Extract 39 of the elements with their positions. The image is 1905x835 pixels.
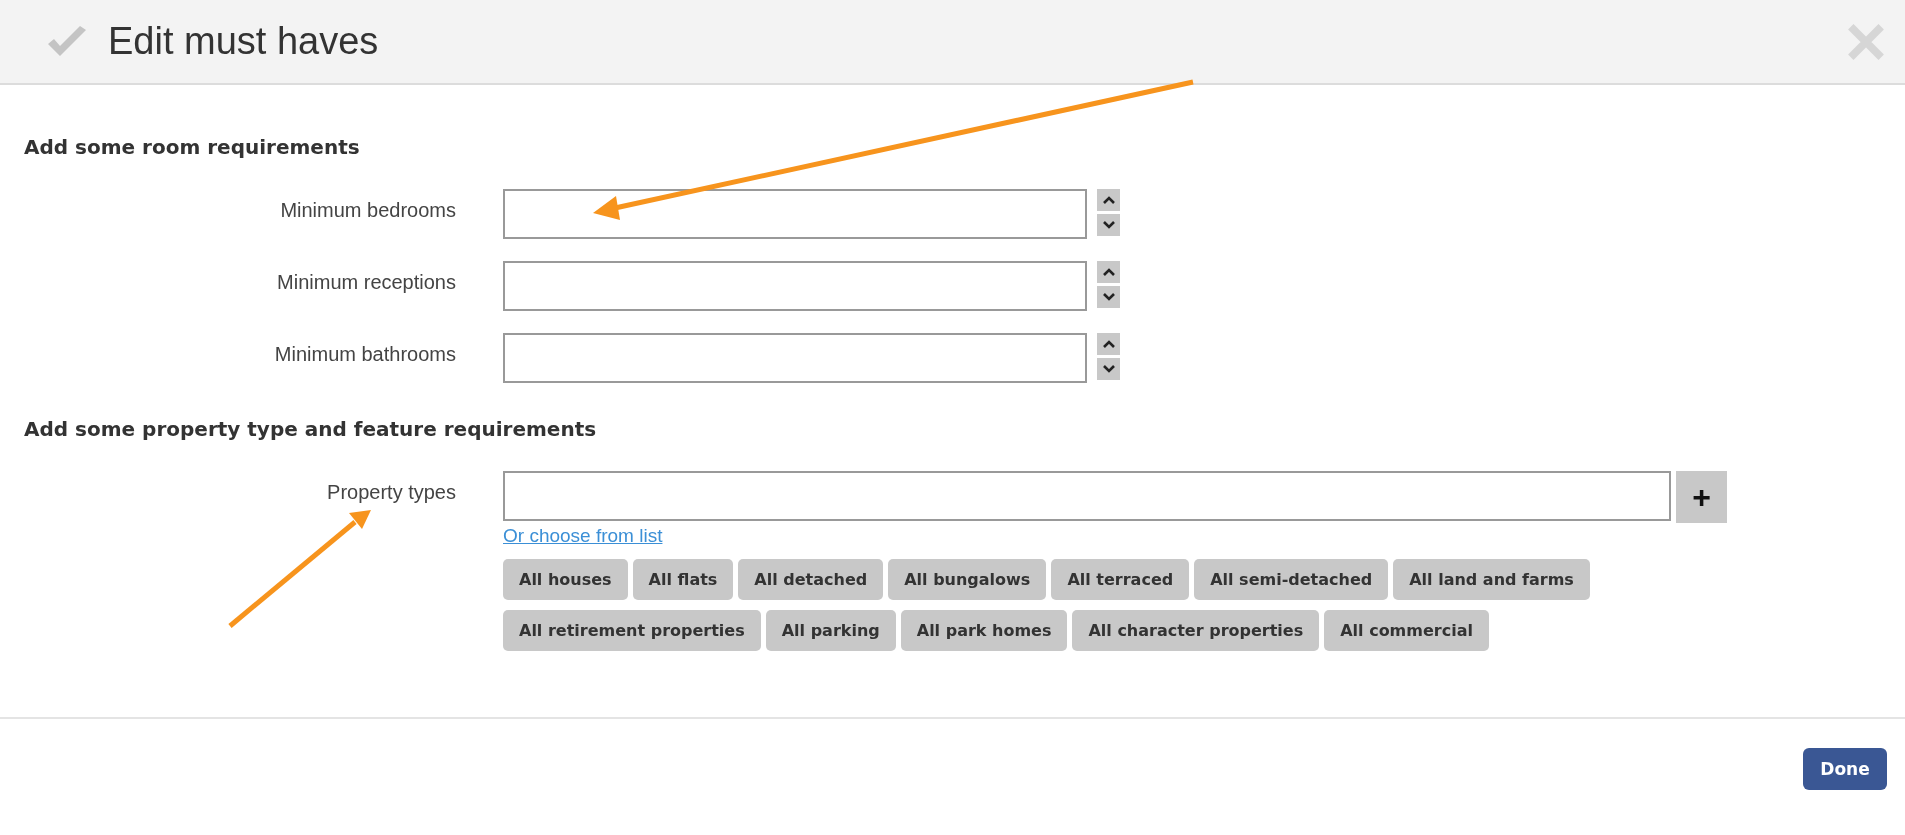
field-label: Minimum bathrooms (273, 342, 456, 366)
increment-button[interactable] (1097, 333, 1120, 355)
property-type-chip[interactable]: All parking (765, 610, 896, 651)
field-label: Property types (326, 480, 456, 504)
property-type-chip[interactable]: All detached (738, 559, 884, 600)
property-type-field[interactable] (503, 471, 1671, 521)
property-type-chip[interactable]: All terraced (1051, 559, 1190, 600)
section-heading: Add some property type and feature requirements (24, 417, 598, 441)
property-type-chip[interactable]: All land and farms (1393, 559, 1590, 600)
chevron-down-icon (1102, 221, 1115, 229)
field-label: Minimum receptions (276, 270, 456, 294)
decrement-button[interactable] (1097, 286, 1120, 308)
property-type-chip[interactable]: All character properties (1072, 610, 1320, 651)
number-input-field[interactable] (503, 333, 1087, 383)
field-label: Minimum bedrooms (279, 198, 456, 222)
chevron-up-icon (1102, 196, 1115, 204)
chevron-down-icon (1102, 365, 1115, 373)
property-type-chip[interactable]: All flats (632, 559, 734, 600)
number-input-field[interactable] (503, 261, 1087, 311)
property-type-chip[interactable]: All semi-detached (1194, 559, 1389, 600)
property-type-chip[interactable]: All retirement properties (503, 610, 761, 651)
chevron-down-icon (1102, 293, 1115, 301)
increment-button[interactable] (1097, 189, 1120, 211)
decrement-button[interactable] (1097, 358, 1120, 380)
checkmark-icon (46, 25, 88, 58)
property-type-chip[interactable]: All commercial (1324, 610, 1489, 651)
add-button[interactable]: + (1676, 471, 1727, 523)
done-button[interactable]: Done (1803, 748, 1887, 790)
decrement-button[interactable] (1097, 214, 1120, 236)
chevron-up-icon (1102, 268, 1115, 276)
property-type-chip[interactable]: All bungalows (888, 559, 1047, 600)
number-input-field[interactable] (503, 189, 1087, 239)
choose-from-list-link[interactable]: Or choose from list (503, 525, 663, 547)
increment-button[interactable] (1097, 261, 1120, 283)
property-type-chip[interactable]: All park homes (900, 610, 1068, 651)
dialog-title: Edit must haves (108, 20, 380, 63)
property-type-chip[interactable]: All houses (503, 559, 628, 600)
chevron-up-icon (1102, 340, 1115, 348)
section-heading: Add some room requirements (24, 135, 361, 159)
